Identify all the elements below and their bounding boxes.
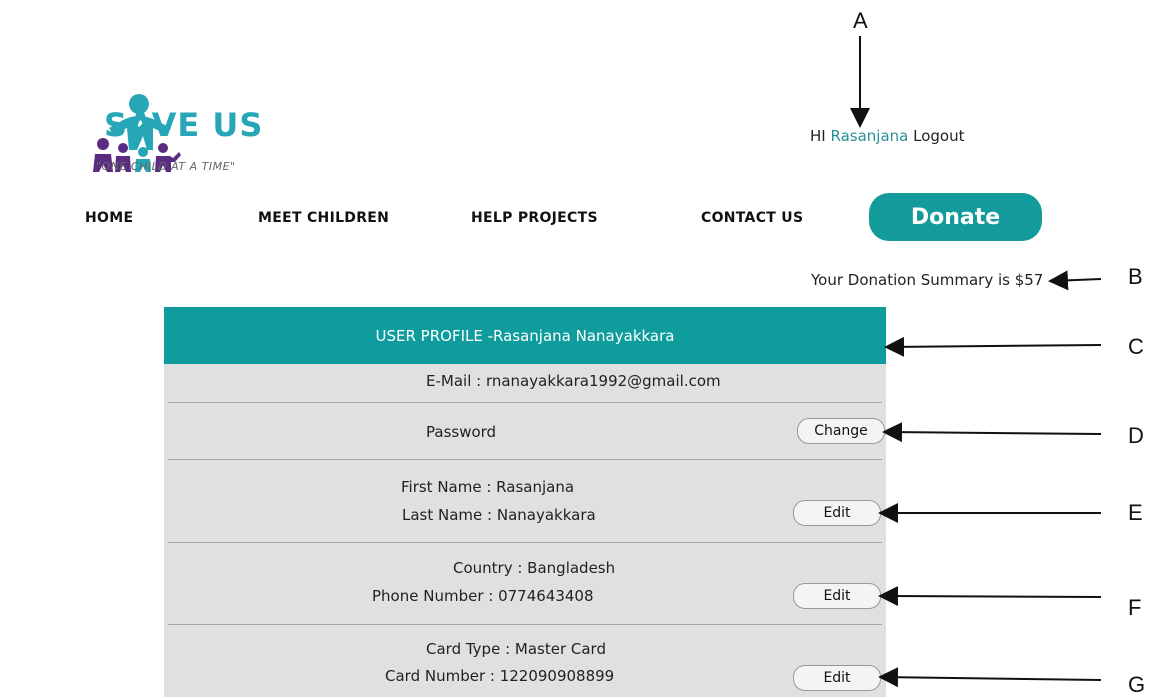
annotation-c: C (1128, 334, 1144, 359)
annotation-a: A (853, 8, 868, 33)
annotation-g: G (1128, 672, 1146, 697)
annotation-f: F (1128, 595, 1142, 620)
annotation-arrows (850, 36, 1102, 688)
annotation-b: B (1128, 264, 1143, 289)
annotation-d: D (1128, 423, 1144, 448)
annotation-e: E (1128, 500, 1143, 525)
